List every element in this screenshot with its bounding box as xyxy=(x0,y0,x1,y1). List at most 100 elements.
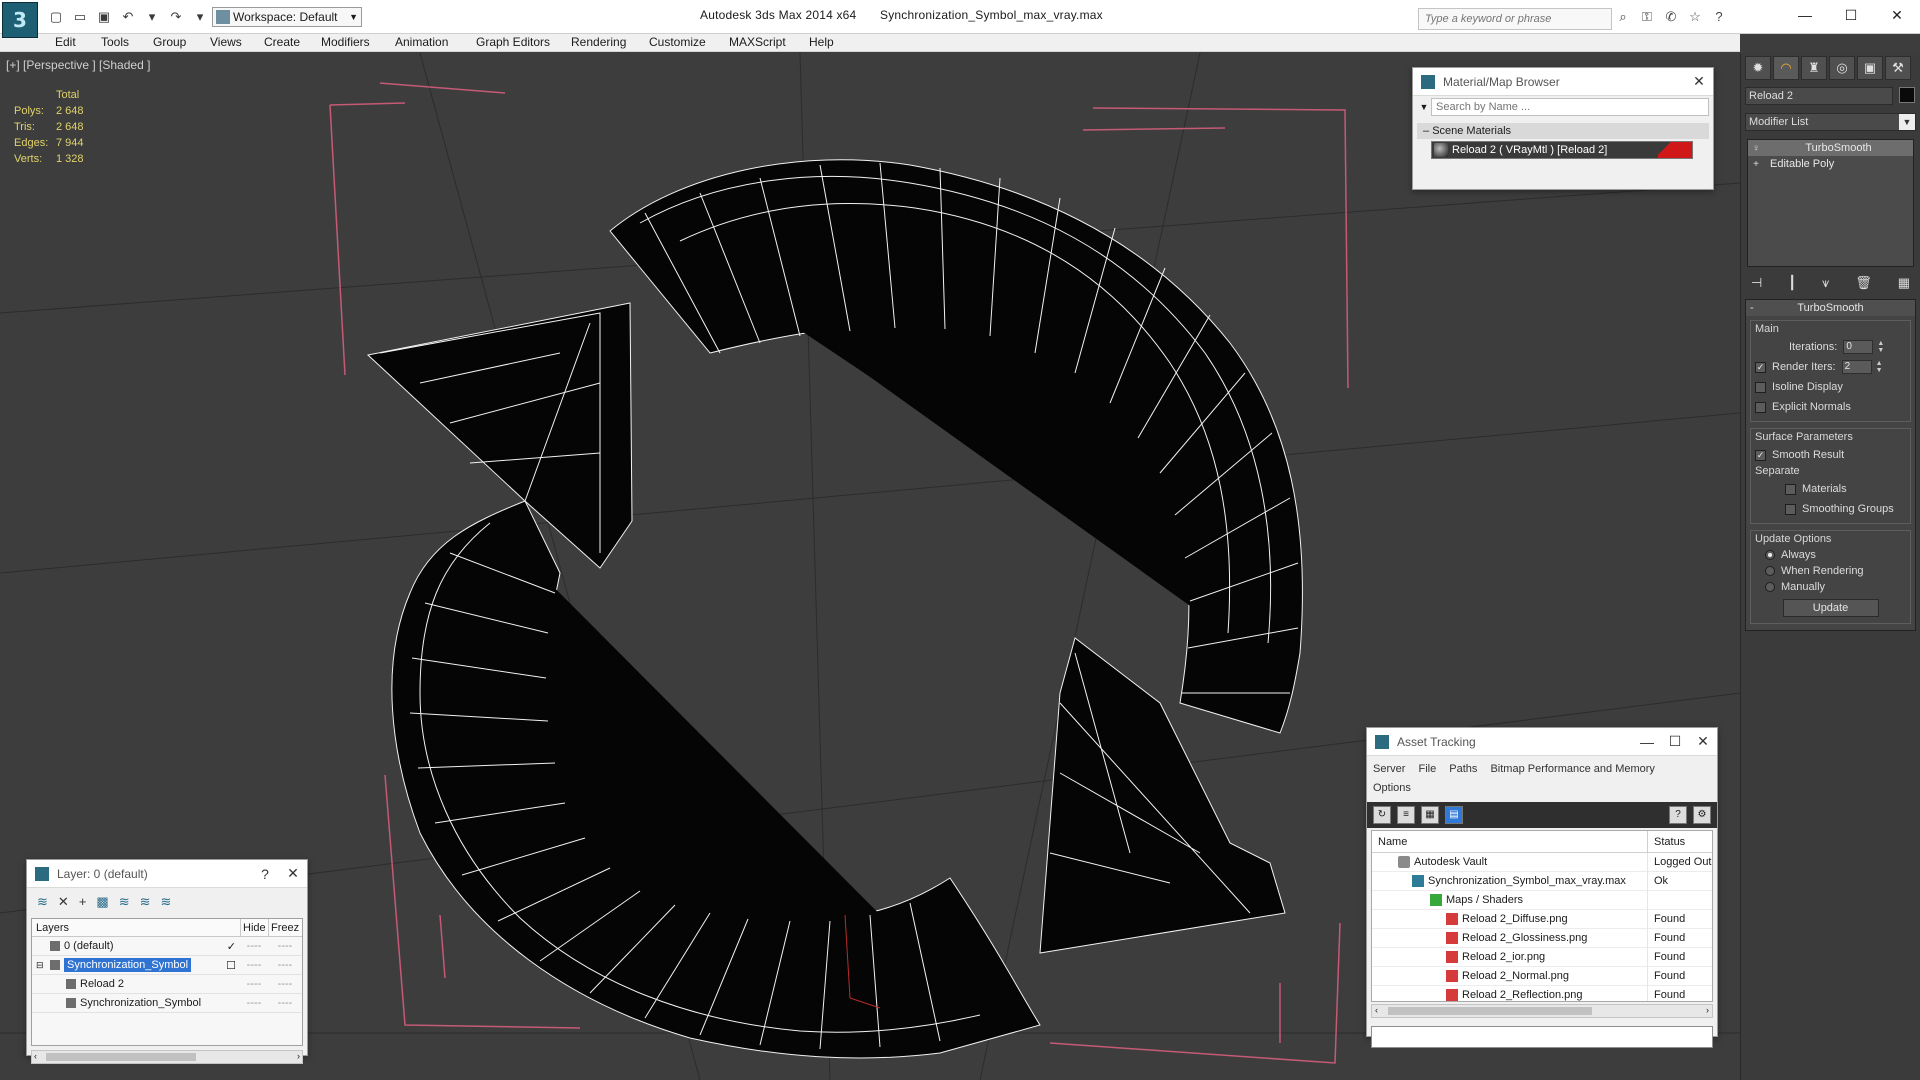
collapse-icon[interactable]: ⊟ xyxy=(36,960,50,971)
current-layer-box-icon[interactable]: ☐ xyxy=(226,959,236,972)
favorites-icon[interactable]: ☆ xyxy=(1686,8,1704,26)
menu-group[interactable]: Group xyxy=(153,35,186,49)
app-logo-icon[interactable]: 3 xyxy=(2,2,38,38)
refresh-icon[interactable]: ↻ xyxy=(1373,806,1391,824)
scene-materials-section[interactable]: – Scene Materials xyxy=(1417,123,1709,139)
freeze-toggle[interactable]: ---- xyxy=(268,978,302,990)
close-icon[interactable]: ✕ xyxy=(1685,73,1713,90)
maximize-button[interactable]: ☐ xyxy=(1828,0,1874,30)
subscription-icon[interactable]: ⚿ xyxy=(1638,8,1656,26)
scroll-right-icon[interactable]: › xyxy=(1706,1005,1709,1015)
layer-row[interactable]: ⊟ Synchronization_Symbol ☐ ---- ---- xyxy=(32,956,302,975)
motion-tab-icon[interactable]: ◎ xyxy=(1829,56,1855,80)
always-radio[interactable] xyxy=(1765,550,1775,560)
workspace-dropdown[interactable]: Workspace: Default ▼ xyxy=(212,7,362,27)
spinner-arrows-icon[interactable]: ▲ ▼ xyxy=(1876,360,1883,374)
asset-row[interactable]: Reload 2_Diffuse.png Found xyxy=(1372,909,1712,929)
pin-stack-icon[interactable]: ⊣ xyxy=(1751,275,1762,291)
scrollbar-thumb[interactable] xyxy=(1388,1007,1592,1015)
panel-header[interactable]: Material/Map Browser ✕ xyxy=(1413,68,1713,96)
material-item[interactable]: Reload 2 ( VRayMtl ) [Reload 2] xyxy=(1431,141,1693,159)
stack-item-turbosmooth[interactable]: ♀ TurboSmooth xyxy=(1748,140,1913,156)
smooth-result-checkbox[interactable]: ✓ xyxy=(1755,449,1766,461)
hide-toggle[interactable]: ---- xyxy=(240,978,268,990)
scrollbar-thumb[interactable] xyxy=(46,1053,196,1061)
menu-maxscript[interactable]: MAXScript xyxy=(729,35,786,49)
menu-paths[interactable]: Paths xyxy=(1449,763,1477,775)
asset-row[interactable]: Reload 2_ior.png Found xyxy=(1372,947,1712,967)
menu-create[interactable]: Create xyxy=(264,35,300,49)
material-search-input[interactable] xyxy=(1431,98,1709,116)
horizontal-scrollbar[interactable]: ‹ › xyxy=(31,1050,303,1064)
col-status[interactable]: Status xyxy=(1648,831,1712,852)
col-freeze[interactable]: Freez xyxy=(268,919,302,936)
menu-rendering[interactable]: Rendering xyxy=(571,35,626,49)
stack-item-editable-poly[interactable]: + Editable Poly xyxy=(1748,156,1913,172)
scroll-right-icon[interactable]: › xyxy=(297,1051,300,1061)
help-icon[interactable]: ? xyxy=(1710,8,1728,26)
explicit-normals-checkbox[interactable] xyxy=(1755,401,1766,413)
communication-icon[interactable]: ✆ xyxy=(1662,8,1680,26)
layer-row[interactable]: Synchronization_Symbol ---- ---- xyxy=(32,994,302,1013)
modify-tab-icon[interactable]: ◠ xyxy=(1773,56,1799,80)
layer-manager-icon[interactable]: ≋ xyxy=(37,894,48,910)
redo-icon[interactable]: ↷ xyxy=(166,8,186,26)
asset-row[interactable]: Synchronization_Symbol_max_vray.max Ok xyxy=(1372,871,1712,891)
asset-row[interactable]: Maps / Shaders xyxy=(1372,890,1712,910)
materials-checkbox[interactable] xyxy=(1785,483,1796,495)
modifier-list-dropdown[interactable]: Modifier List ▼ xyxy=(1745,113,1916,131)
display-tab-icon[interactable]: ▣ xyxy=(1857,56,1883,80)
select-objects-icon[interactable]: ≋ xyxy=(119,894,130,910)
help-icon[interactable]: ? xyxy=(1669,806,1687,824)
open-file-icon[interactable]: ▭ xyxy=(70,8,90,26)
create-tab-icon[interactable]: ✹ xyxy=(1745,56,1771,80)
expand-icon[interactable]: + xyxy=(1748,159,1764,170)
redo-dropdown-icon[interactable]: ▾ xyxy=(190,8,210,26)
scroll-left-icon[interactable]: ‹ xyxy=(1375,1005,1378,1015)
search-box[interactable] xyxy=(1418,8,1612,30)
object-color-swatch[interactable] xyxy=(1899,87,1915,103)
hide-toggle[interactable]: ---- xyxy=(240,959,268,971)
help-icon[interactable]: ? xyxy=(251,866,279,882)
rollout-header[interactable]: - TurboSmooth xyxy=(1746,300,1915,316)
menu-server[interactable]: Server xyxy=(1373,763,1405,775)
table-view-icon[interactable]: ▤ xyxy=(1445,806,1463,824)
asset-path-field[interactable] xyxy=(1371,1026,1713,1048)
hide-toggle[interactable]: ---- xyxy=(240,940,268,952)
minimize-button[interactable]: — xyxy=(1782,0,1828,30)
update-button[interactable]: Update xyxy=(1782,599,1879,617)
col-name[interactable]: Name xyxy=(1372,831,1648,852)
menu-file[interactable]: File xyxy=(1418,763,1436,775)
delete-layer-icon[interactable]: ✕ xyxy=(58,894,69,910)
maximize-icon[interactable]: ☐ xyxy=(1661,733,1689,750)
binoculars-icon[interactable]: ⌕ xyxy=(1614,8,1632,26)
when-rendering-radio[interactable] xyxy=(1765,566,1775,576)
new-file-icon[interactable]: ▢ xyxy=(46,8,66,26)
asset-row[interactable]: Reload 2_Glossiness.png Found xyxy=(1372,928,1712,948)
menu-options[interactable]: Options xyxy=(1373,782,1411,794)
render-iters-spinner[interactable]: 2 xyxy=(1841,360,1872,374)
hide-toggle[interactable]: ---- xyxy=(240,997,268,1009)
horizontal-scrollbar[interactable]: ‹ › xyxy=(1371,1004,1713,1018)
menu-tools[interactable]: Tools xyxy=(101,35,129,49)
list-view-icon[interactable]: ≡ xyxy=(1397,806,1415,824)
iterations-spinner[interactable]: 0 xyxy=(1843,340,1874,354)
col-layers[interactable]: Layers xyxy=(32,919,240,936)
asset-row[interactable]: Autodesk Vault Logged Out xyxy=(1372,852,1712,872)
close-icon[interactable]: ✕ xyxy=(279,865,307,882)
col-hide[interactable]: Hide xyxy=(240,919,268,936)
menu-help[interactable]: Help xyxy=(809,35,834,49)
isoline-display-checkbox[interactable] xyxy=(1755,381,1766,393)
thumbnail-view-icon[interactable]: ▦ xyxy=(1421,806,1439,824)
hide-all-icon[interactable]: ≋ xyxy=(161,894,172,910)
options-dropdown-icon[interactable]: ▼ xyxy=(1417,102,1431,112)
save-icon[interactable]: ▣ xyxy=(94,8,114,26)
close-icon[interactable]: ✕ xyxy=(1689,733,1717,750)
menu-customize[interactable]: Customize xyxy=(649,35,706,49)
configure-modifier-sets-icon[interactable]: ▦ xyxy=(1898,275,1910,291)
remove-modifier-icon[interactable]: 🗑 xyxy=(1855,275,1872,291)
make-unique-icon[interactable]: ⩛ xyxy=(1822,275,1829,291)
close-button[interactable]: ✕ xyxy=(1874,0,1920,30)
add-selection-icon[interactable]: ▩ xyxy=(96,894,108,910)
lightbulb-icon[interactable]: ♀ xyxy=(1748,143,1764,154)
